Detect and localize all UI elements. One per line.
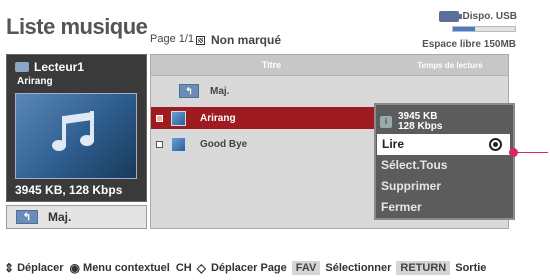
key-fav: FAV [291,261,321,275]
key-ch: CH [175,262,192,274]
pointer-dot [509,148,518,157]
album-art [15,93,137,179]
info-bitrate: 128 Kbps [398,120,443,132]
hint-move: Déplacer [17,262,64,274]
player-panel: Lecteur1 Arirang 3945 KB, 128 Kbps [6,54,147,202]
list-item-label: Arirang [200,112,236,124]
folder-up-icon: ↰ [16,210,38,224]
usb-status: Dispo. USB [438,11,517,22]
context-menu: i 3945 KB 128 Kbps Lire Sélect.Tous Supp… [374,103,515,220]
folder-up-icon: ↰ [179,84,199,98]
ok-button-icon: ◉ [69,261,81,275]
mark-label: Non marqué [211,33,282,47]
row-checkbox[interactable] [156,140,163,148]
menu-item-delete[interactable]: Supprimer [376,176,513,197]
list-item-label: Maj. [210,85,230,97]
player-track: Arirang [17,76,53,87]
radio-selected-icon [489,138,502,151]
ch-updown-icon: ◇ [196,261,206,275]
free-space-bar [452,26,516,32]
hint-exit: Sortie [455,262,487,274]
free-space-label: Espace libre 150MB [422,39,516,50]
list-header: Titre Temps de lecture [151,55,508,76]
info-icon: i [380,115,392,128]
menu-item-play[interactable]: Lire [377,134,510,155]
dpad-icon: ⇕ [4,261,15,275]
pointer-line [514,152,548,153]
hint-select: Sélectionner [325,262,392,274]
usb-icon [438,11,462,22]
list-item-up[interactable]: ↰ Maj. [151,80,508,102]
footer-hints: ⇕ Déplacer ◉ Menu contextuel CH ◇ Déplac… [4,261,486,275]
page-title: Liste musique [6,14,148,39]
mark-filter[interactable]: Non marqué [196,33,281,47]
up-folder-label: Maj. [48,210,72,224]
key-return: RETURN [396,261,451,275]
player-icon [15,62,29,72]
page-indicator: Page 1/1 [150,33,195,45]
music-note-icon [52,108,102,158]
column-title: Titre [261,60,282,70]
menu-item-close[interactable]: Fermer [376,197,513,218]
mark-checkbox[interactable] [196,35,205,45]
context-menu-info: i 3945 KB 128 Kbps [376,105,513,134]
hint-move-page: Déplacer Page [210,262,287,274]
player-file-info: 3945 KB, 128 Kbps [15,183,123,197]
list-item-label: Good Bye [200,138,248,150]
column-duration: Temps de lecture [417,61,483,70]
up-folder-button[interactable]: ↰ Maj. [6,205,147,229]
hint-context-menu: Menu contextuel [83,262,170,274]
row-checkbox[interactable] [156,114,163,122]
usb-label: Dispo. USB [462,11,517,22]
track-thumbnail-icon [171,136,186,152]
menu-item-label: Lire [382,137,405,151]
track-thumbnail-icon [171,110,186,126]
free-space-fill [453,27,475,31]
player-name: Lecteur1 [34,60,85,74]
menu-item-select-all[interactable]: Sélect.Tous [376,155,513,176]
player-header: Lecteur1 [7,55,146,74]
